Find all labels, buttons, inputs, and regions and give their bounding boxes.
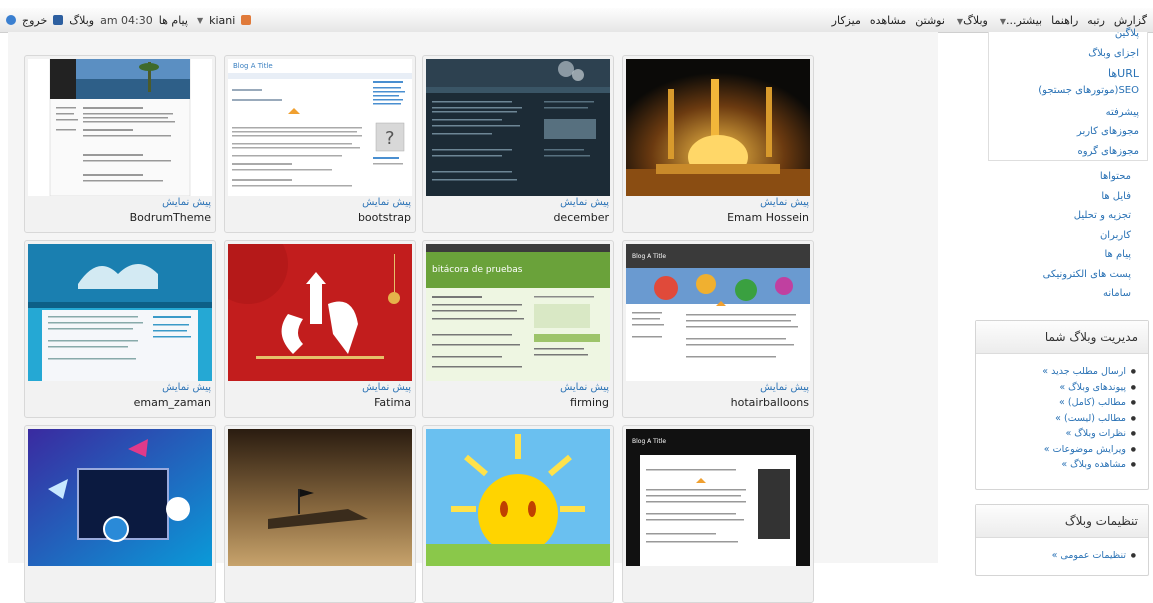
menu-more[interactable]: بیشتر...▼: [997, 14, 1042, 27]
theme-card[interactable]: Blog A Title: [224, 55, 416, 233]
system-submenu: پلاگین اجزای وبلاگ URLها SEO(موتورهای جس…: [988, 28, 1148, 161]
submenu-advanced[interactable]: پیشرفته: [1106, 107, 1139, 118]
theme-preview-link[interactable]: پیش نمایش: [560, 197, 609, 208]
theme-card[interactable]: Blog A Title: [622, 425, 814, 603]
theme-name: emam_zaman: [133, 396, 211, 409]
logout-link[interactable]: خروج: [22, 14, 47, 27]
theme-preview-link[interactable]: پیش نمایش: [760, 382, 809, 393]
theme-preview-link[interactable]: پیش نمایش: [162, 382, 211, 393]
submenu-plugins[interactable]: پلاگین: [1115, 28, 1139, 39]
theme-thumbnail: Blog A Title: [626, 429, 810, 566]
nav-files[interactable]: فایل ها: [1101, 191, 1131, 202]
theme-thumbnail: [28, 59, 212, 196]
link-edit-categories[interactable]: ویرایش موضوعات »: [976, 442, 1148, 458]
blog-link[interactable]: وبلاگ: [69, 14, 94, 27]
menu-report[interactable]: گزارش: [1114, 14, 1147, 27]
themes-panel: پیش نمایش BodrumTheme Blog A Title ? پیش…: [8, 32, 938, 603]
blog-settings-title: تنظیمات وبلاگ: [976, 505, 1148, 538]
theme-thumbnail: [28, 429, 212, 566]
theme-name: firming: [570, 396, 609, 409]
logout-icon: [6, 15, 16, 25]
admin-toolbar: میزکار مشاهده نوشتن وبلاگ▼ بیشتر...▼ راه…: [0, 8, 1153, 33]
theme-name: Emam Hossein: [727, 211, 809, 224]
user-avatar-icon: [241, 15, 252, 25]
theme-card[interactable]: [224, 425, 416, 603]
theme-name: hotairballoons: [730, 396, 809, 409]
blog-settings-list: تنظیمات عمومی »: [976, 538, 1148, 564]
manage-blog-list: ارسال مطلب جدید » پیوندهای وبلاگ » مطالب…: [976, 354, 1148, 473]
theme-name: bootstrap: [357, 211, 411, 224]
submenu-seo[interactable]: SEO(موتورهای جستجو): [1038, 85, 1139, 96]
theme-name: BodrumTheme: [129, 211, 211, 224]
link-comments[interactable]: نظرات وبلاگ »: [976, 426, 1148, 442]
theme-thumbnail: bitácora de pruebas: [426, 244, 610, 381]
blog-icon: [53, 15, 64, 25]
theme-preview-link[interactable]: پیش نمایش: [362, 382, 411, 393]
messages-link[interactable]: پیام ها: [159, 14, 188, 27]
menu-rank[interactable]: رتبه: [1087, 14, 1105, 27]
menu-view[interactable]: مشاهده: [870, 14, 906, 27]
menu-help[interactable]: راهنما: [1051, 14, 1078, 27]
link-blog-links[interactable]: پیوندهای وبلاگ »: [976, 380, 1148, 396]
nav-users[interactable]: کاربران: [1100, 230, 1131, 241]
theme-thumbnail: [228, 244, 412, 381]
menu-dashboard[interactable]: میزکار: [832, 14, 861, 27]
submenu-widgets[interactable]: اجزای وبلاگ: [1088, 48, 1139, 59]
svg-text:?: ?: [385, 128, 395, 149]
link-general-settings[interactable]: تنظیمات عمومی »: [976, 548, 1148, 564]
theme-preview-link[interactable]: پیش نمایش: [560, 382, 609, 393]
theme-card[interactable]: پیش نمایش Emam Hossein: [622, 55, 814, 233]
link-view-blog[interactable]: مشاهده وبلاگ »: [976, 457, 1148, 473]
nav-system[interactable]: سامانه: [1103, 288, 1131, 299]
theme-thumbnail: [426, 59, 610, 196]
theme-card[interactable]: [24, 425, 216, 603]
manage-blog-box: مدیریت وبلاگ شما ارسال مطلب جدید » پیوند…: [975, 320, 1149, 490]
link-posts-list[interactable]: مطالب (لیست) »: [976, 411, 1148, 427]
toolbar-user: خروج وبلاگ am 04:30 پیام ها ▼ kiani: [6, 8, 252, 32]
theme-name: december: [553, 211, 609, 224]
username[interactable]: kiani: [209, 14, 235, 27]
menu-blog[interactable]: وبلاگ▼: [954, 14, 988, 27]
thumb-title: Blog A Title: [233, 62, 273, 70]
theme-card[interactable]: پیش نمایش december: [422, 55, 614, 233]
theme-card[interactable]: bitácora de pruebas پیش نمایش firming: [422, 240, 614, 418]
clock-time: am 04:30: [100, 13, 153, 27]
theme-preview-link[interactable]: پیش نمایش: [162, 197, 211, 208]
link-posts-full[interactable]: مطالب (کامل) »: [976, 395, 1148, 411]
link-new-post[interactable]: ارسال مطلب جدید »: [976, 364, 1148, 380]
thumb-title: bitácora de pruebas: [432, 265, 523, 275]
chevron-down-icon[interactable]: ▼: [197, 16, 203, 25]
theme-card[interactable]: Blog A Title پیش نمایش hotairballoons: [622, 240, 814, 418]
menu-more-label: بیشتر...: [1006, 13, 1043, 27]
theme-thumbnail: Blog A Title: [228, 59, 412, 196]
theme-thumbnail: [28, 244, 212, 381]
menu-write[interactable]: نوشتن: [915, 14, 945, 27]
theme-preview-link[interactable]: پیش نمایش: [760, 197, 809, 208]
thumb-title: Blog A Title: [632, 438, 666, 445]
nav-messages[interactable]: پیام ها: [1104, 249, 1131, 260]
nav-analytics[interactable]: تجزیه و تحلیل: [1074, 210, 1131, 221]
nav-contents[interactable]: محتواها: [1100, 171, 1131, 182]
theme-name: Fatima: [374, 396, 411, 409]
toolbar-menu: میزکار مشاهده نوشتن وبلاگ▼ بیشتر...▼ راه…: [832, 8, 1147, 32]
manage-blog-title: مدیریت وبلاگ شما: [976, 321, 1148, 354]
menu-blog-label: وبلاگ: [963, 13, 988, 27]
submenu-urls[interactable]: URLها: [1108, 67, 1139, 80]
theme-card[interactable]: [422, 425, 614, 603]
nav-emails[interactable]: پست های الکترونیکی: [1043, 269, 1131, 280]
theme-thumbnail: Blog A Title: [626, 244, 810, 381]
submenu-group-permissions[interactable]: مجوزهای گروه: [1078, 146, 1139, 157]
blog-settings-box: تنظیمات وبلاگ تنظیمات عمومی »: [975, 504, 1149, 576]
theme-thumbnail: [228, 429, 412, 566]
submenu-user-permissions[interactable]: مجوزهای کاربر: [1077, 126, 1139, 137]
theme-card[interactable]: پیش نمایش Fatima: [224, 240, 416, 418]
theme-card[interactable]: پیش نمایش BodrumTheme: [24, 55, 216, 233]
thumb-title: Blog A Title: [632, 253, 666, 260]
theme-thumbnail: [626, 59, 810, 196]
theme-card[interactable]: پیش نمایش emam_zaman: [24, 240, 216, 418]
theme-thumbnail: [426, 429, 610, 566]
theme-preview-link[interactable]: پیش نمایش: [362, 197, 411, 208]
